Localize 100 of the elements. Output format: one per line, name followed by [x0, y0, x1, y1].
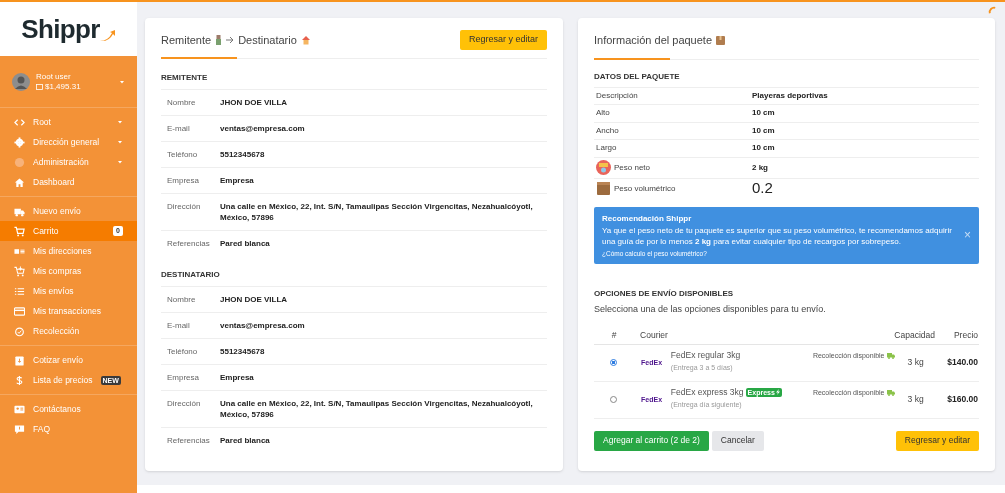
field-label: Referencias: [167, 238, 211, 249]
field-label: Empresa: [167, 175, 200, 186]
sidebar-item[interactable]: Dirección general: [0, 132, 137, 152]
sidebar-item[interactable]: Administración: [0, 152, 137, 172]
radio-button[interactable]: [609, 396, 617, 404]
column-header: Courier: [639, 328, 669, 342]
home-icon: [14, 176, 25, 188]
field-value: ventas@empresa.com: [220, 123, 306, 134]
cancel-button[interactable]: Cancelar: [711, 430, 764, 451]
sidebar-item[interactable]: Root: [0, 112, 137, 132]
field-value: 0.2: [752, 178, 773, 199]
field-value: Empresa: [220, 175, 255, 186]
sidebar-item[interactable]: Mis transacciones: [0, 301, 137, 321]
field-value: 5512345678: [220, 149, 266, 160]
field-value: 2 kg: [752, 161, 768, 174]
section-heading: DESTINATARIO: [161, 269, 221, 281]
field-value: JHON DOE VILLA: [220, 97, 289, 108]
card-title: Información del paquete: [594, 33, 713, 48]
field-label: Teléfono: [167, 346, 199, 357]
user-menu[interactable]: Root user $1,495.31: [0, 56, 137, 108]
logo: Shippr: [21, 16, 100, 42]
field-value: Una calle en México, 22, Int. S/N, Tamaulipas Sección Virgencitas, Nezahualcóyotl, México, 57896: [220, 201, 534, 223]
chat-icon: [14, 423, 25, 435]
contact-card-icon: [14, 403, 25, 415]
service-name: FedEx regular 3kg: [670, 348, 741, 362]
field-label: Ancho: [596, 124, 619, 137]
field-label: Peso volumétrico: [614, 182, 676, 195]
box-icon: [716, 35, 726, 45]
field-value: Empresa: [220, 372, 255, 383]
section-heading: DATOS DEL PAQUETE: [594, 70, 681, 83]
cart-icon: [14, 225, 25, 237]
field-value: JHON DOE VILLA: [220, 294, 289, 305]
field-value: Pared blanca: [220, 435, 271, 446]
house-icon: [300, 35, 311, 45]
spinner-icon: [988, 6, 997, 15]
sidebar-item[interactable]: FAQ: [0, 419, 137, 439]
scale-icon: [596, 160, 611, 175]
column-header: #: [610, 328, 618, 342]
service-name: FedEx express 3kg: [670, 385, 744, 399]
field-value: 10 cm: [752, 107, 775, 120]
field-label: Descripción: [596, 89, 638, 102]
field-value: 5512345678: [220, 346, 266, 357]
field-label: Nombre: [167, 294, 197, 305]
field-label: Nombre: [167, 97, 197, 108]
sidebar-item[interactable]: Nuevo envío: [0, 201, 137, 221]
box-icon: [596, 181, 611, 196]
field-label: E-mail: [167, 320, 191, 331]
field-value: Playeras deportivas: [752, 89, 828, 102]
column-header: Capacidad: [893, 328, 935, 342]
wallet-icon: [36, 83, 43, 90]
field-value: ventas@empresa.com: [220, 320, 306, 331]
sidebar-item[interactable]: Mis compras: [0, 261, 137, 281]
alarm-clock-icon: [14, 325, 25, 337]
person-icon: [215, 35, 223, 45]
bolt-icon: [775, 389, 780, 396]
user-name: Root user: [36, 71, 72, 82]
list-icon: [14, 285, 25, 297]
sidebar-item[interactable]: Mis envíos: [0, 281, 137, 301]
field-label: Empresa: [167, 372, 200, 383]
price-cell-text: $140.00: [946, 356, 979, 370]
sidebar-item[interactable]: Dashboard: [0, 172, 137, 192]
field-value: Una calle en México, 22, Int. S/N, Tamaulipas Sección Virgencitas, Nezahualcóyotl, México, 57896: [220, 398, 534, 420]
field-label: E-mail: [167, 123, 191, 134]
section-subtitle: Selecciona una de las opciones disponibles para tu envío.: [594, 303, 827, 317]
price-cell-text: $160.00: [946, 393, 979, 407]
field-value: 10 cm: [752, 124, 775, 137]
back-edit-button[interactable]: Regresar y editar: [459, 30, 547, 50]
field-label: Teléfono: [167, 149, 199, 160]
avatar-icon: [12, 72, 30, 91]
user-balance: $1,495.31: [45, 81, 81, 92]
truck-icon: [886, 390, 895, 396]
close-button[interactable]: ×: [964, 229, 971, 242]
field-label: Dirección: [167, 398, 202, 410]
alert-title: Recomendación Shippr: [602, 212, 693, 225]
cart-icon: [14, 265, 25, 277]
sidebar-item[interactable]: Contáctanos: [0, 399, 137, 419]
alert-message: Ya que el peso neto de tu paquete es superior que su peso volumétrico, te recomendamos adquirir una guía de por lo menos 2 kg para evitar cualquier tipo de recargos por sobrepeso.: [602, 224, 953, 247]
radio-button[interactable]: [609, 359, 617, 367]
section-heading: REMITENTE: [161, 72, 209, 84]
field-value: Pared blanca: [220, 238, 271, 249]
dollar-icon: [14, 374, 25, 386]
field-value: 10 cm: [752, 142, 775, 155]
field-label: Peso neto: [614, 161, 651, 174]
add-to-cart-button[interactable]: Agregar al carrito (2 de 2): [594, 430, 709, 451]
field-label: Dirección: [167, 201, 202, 213]
credit-card-icon: [14, 305, 25, 317]
field-label: Referencias: [167, 435, 211, 446]
sidebar-item[interactable]: Mis direcciones: [0, 241, 137, 261]
capacity-cell-text: 3 kg: [906, 356, 925, 370]
section-heading: OPCIONES DE ENVÍO DISPONIBLES: [594, 288, 735, 301]
column-header: Precio: [952, 328, 979, 342]
field-label: Largo: [596, 142, 617, 155]
back-edit-button[interactable]: Regresar y editar: [895, 430, 979, 451]
card-title: Destinatario: [238, 32, 297, 48]
truck-icon: [886, 353, 895, 359]
sidebar-item[interactable]: Cotizar envío: [0, 350, 137, 370]
sidebar-item[interactable]: Recolección: [0, 321, 137, 341]
arrow-right-icon: [226, 36, 235, 44]
card-title: Remitente: [161, 32, 212, 48]
capacity-cell-text: 3 kg: [906, 393, 925, 407]
